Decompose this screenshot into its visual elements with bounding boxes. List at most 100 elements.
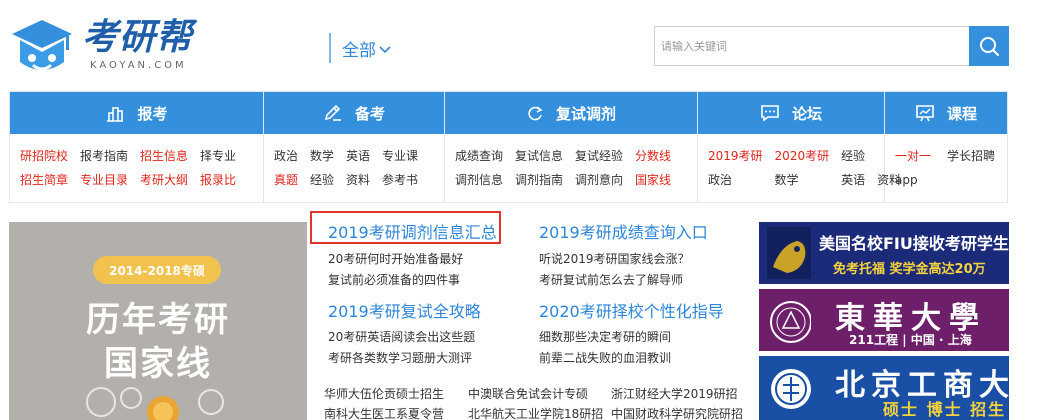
nav-links-luntan: 2019考研 2020考研 经验 政治 数学 英语 资料 <box>698 134 901 189</box>
nav-link[interactable]: 报考指南 <box>80 147 128 165</box>
btbu-seal-logo <box>771 369 811 409</box>
school-link[interactable]: 浙江财经大学2019研招 <box>611 385 738 402</box>
nav-head-beikao[interactable]: 备考 <box>264 92 444 134</box>
guojiaxian-banner[interactable]: 2014-2018专硕 历年考研 国家线 <box>9 222 307 420</box>
nav-head-baokao[interactable]: 报考 <box>10 92 263 134</box>
news-headline[interactable]: 2020考研择校个性化指导 <box>539 298 724 322</box>
nav-link[interactable]: 分数线 <box>635 147 671 165</box>
nav-section-kecheng: 课程 一对一 学长招聘 app <box>885 92 1007 202</box>
nav-link[interactable]: 政治 <box>274 147 298 165</box>
nav-links-kecheng: 一对一 学长招聘 app <box>885 134 1007 189</box>
news-item[interactable]: 听说2019考研国家线会涨？ <box>539 250 690 267</box>
refresh-icon <box>528 106 543 121</box>
nav-link[interactable]: app <box>895 171 931 189</box>
ad-text: 美国名校FIU接收考研学生 <box>819 234 1009 253</box>
nav-link[interactable]: 国家线 <box>635 171 671 189</box>
nav-link[interactable]: 考研大纲 <box>140 171 188 189</box>
ad-text: 硕士 博士 招生 <box>883 400 1007 419</box>
nav-head-fushi[interactable]: 复试调剂 <box>445 92 697 134</box>
nav-link[interactable]: 资料 <box>346 171 370 189</box>
nav-link[interactable]: 英语 <box>346 147 370 165</box>
nav-head-kecheng[interactable]: 课程 <box>885 92 1007 134</box>
brand-name: 考研帮 <box>82 17 194 58</box>
news-item[interactable]: 20考研何时开始准备最好 <box>328 250 463 267</box>
search-input[interactable] <box>655 27 970 65</box>
news-item[interactable]: 复试前必须准备的四件事 <box>328 271 460 288</box>
nav-link[interactable]: 招生信息 <box>140 147 188 165</box>
chart-board-icon <box>916 105 934 122</box>
building-icon <box>107 107 124 122</box>
nav-links-fushi: 成绩查询 复试信息 复试经验 分数线 调剂信息 调剂指南 调剂意向 国家线 <box>445 134 697 189</box>
nav-link[interactable]: 调剂信息 <box>455 171 503 189</box>
nav-link[interactable]: 经验 <box>310 171 334 189</box>
school-link[interactable]: 中澳联合免试会计专硕 <box>468 385 588 402</box>
nav-section-luntan: 论坛 2019考研 2020考研 经验 政治 数学 英语 资料 <box>698 92 901 202</box>
nav-link[interactable]: 数学 <box>775 171 830 189</box>
nav-link[interactable]: 择专业 <box>200 147 236 165</box>
nav-link[interactable]: 英语 <box>841 171 865 189</box>
nav-links-baokao: 研招院校 报考指南 招生信息 择专业 招生简章 专业目录 考研大纲 报录比 <box>10 134 263 189</box>
ad-btbu[interactable]: 北京工商大學 硕士 博士 招生 <box>759 356 1009 420</box>
search-field[interactable] <box>654 26 970 66</box>
nav-link[interactable]: 复试信息 <box>515 147 563 165</box>
nav-link[interactable]: 政治 <box>708 171 763 189</box>
fiu-panther-logo <box>767 227 811 279</box>
banner-illustration <box>86 387 224 420</box>
nav-title: 复试调剂 <box>555 104 616 123</box>
nav-link[interactable]: 2019考研 <box>708 147 763 165</box>
news-headline[interactable]: 2019考研复试全攻略 <box>328 298 481 322</box>
news-item[interactable]: 考研各类数学习题册大测评 <box>328 349 472 366</box>
header-divider <box>329 33 331 63</box>
news-item[interactable]: 细数那些决定考研的瞬间 <box>539 328 671 345</box>
news-headline[interactable]: 2019考研成绩查询入口 <box>539 219 708 243</box>
news-item[interactable]: 前辈二战失败的血泪教训 <box>539 349 671 366</box>
school-link[interactable]: 南科大生医工系夏令营 <box>324 405 444 420</box>
news-headline[interactable]: 2019考研调剂信息汇总 <box>328 219 497 243</box>
nav-link[interactable]: 2020考研 <box>775 147 830 165</box>
graduation-cap-logo-icon <box>12 20 72 71</box>
site-logo[interactable]: 考研帮 KAOYAN.COM <box>10 14 210 80</box>
ad-text: 211工程 | 中国 · 上海 <box>849 333 972 347</box>
donghua-seal-logo <box>770 301 811 343</box>
nav-link[interactable]: 学长招聘 <box>947 147 995 165</box>
nav-link[interactable]: 报录比 <box>200 171 236 189</box>
ad-donghua[interactable]: 東華大學 211工程 | 中国 · 上海 <box>759 289 1009 351</box>
news-item[interactable]: 20考研英语阅读会出这些题 <box>328 328 475 345</box>
nav-section-beikao: 备考 政治 数学 英语 专业课 真题 经验 资料 参考书 <box>264 92 445 202</box>
school-link[interactable]: 中国财政科学研究院研招 <box>611 405 743 420</box>
nav-head-luntan[interactable]: 论坛 <box>698 92 884 134</box>
school-link[interactable]: 华师大伍伦贡硕士招生 <box>324 385 444 402</box>
nav-title: 课程 <box>946 104 977 123</box>
search-button[interactable] <box>969 26 1009 66</box>
nav-link[interactable]: 数学 <box>310 147 334 165</box>
ad-fiu[interactable]: 美国名校FIU接收考研学生 免考托福 奖学金高达20万 <box>759 222 1009 284</box>
chevron-down-icon <box>379 46 391 54</box>
nav-section-baokao: 报考 研招院校 报考指南 招生信息 择专业 招生简章 专业目录 考研大纲 报录比 <box>10 92 264 202</box>
nav-link[interactable]: 一对一 <box>895 147 931 165</box>
main-nav: 报考 研招院校 报考指南 招生信息 择专业 招生简章 专业目录 考研大纲 报录比… <box>9 91 1008 203</box>
search-icon <box>980 37 999 56</box>
nav-title: 报考 <box>137 104 168 123</box>
search-scope-label: 全部 <box>342 41 376 61</box>
nav-link[interactable]: 成绩查询 <box>455 147 503 165</box>
nav-link[interactable]: 研招院校 <box>20 147 68 165</box>
nav-link[interactable]: 参考书 <box>382 171 418 189</box>
brand-domain: KAOYAN.COM <box>90 60 187 71</box>
nav-link[interactable]: 专业课 <box>382 147 418 165</box>
nav-title: 备考 <box>354 104 385 123</box>
nav-link[interactable]: 专业目录 <box>80 171 128 189</box>
school-link[interactable]: 北华航天工业学院18研招 <box>468 405 603 420</box>
pencil-icon <box>324 104 341 121</box>
banner-pill: 2014-2018专硕 <box>93 256 221 284</box>
nav-title: 论坛 <box>791 104 822 123</box>
banner-title: 历年考研 <box>86 300 230 340</box>
nav-link[interactable]: 招生简章 <box>20 171 68 189</box>
chat-icon <box>761 105 779 122</box>
nav-link[interactable]: 调剂指南 <box>515 171 563 189</box>
nav-link[interactable]: 复试经验 <box>575 147 623 165</box>
search-scope-dropdown[interactable]: 全部 <box>342 36 391 61</box>
nav-link[interactable]: 真题 <box>274 171 298 189</box>
nav-links-beikao: 政治 数学 英语 专业课 真题 经验 资料 参考书 <box>264 134 444 189</box>
news-item[interactable]: 考研复试前怎么去了解导师 <box>539 271 683 288</box>
nav-link[interactable]: 调剂意向 <box>575 171 623 189</box>
